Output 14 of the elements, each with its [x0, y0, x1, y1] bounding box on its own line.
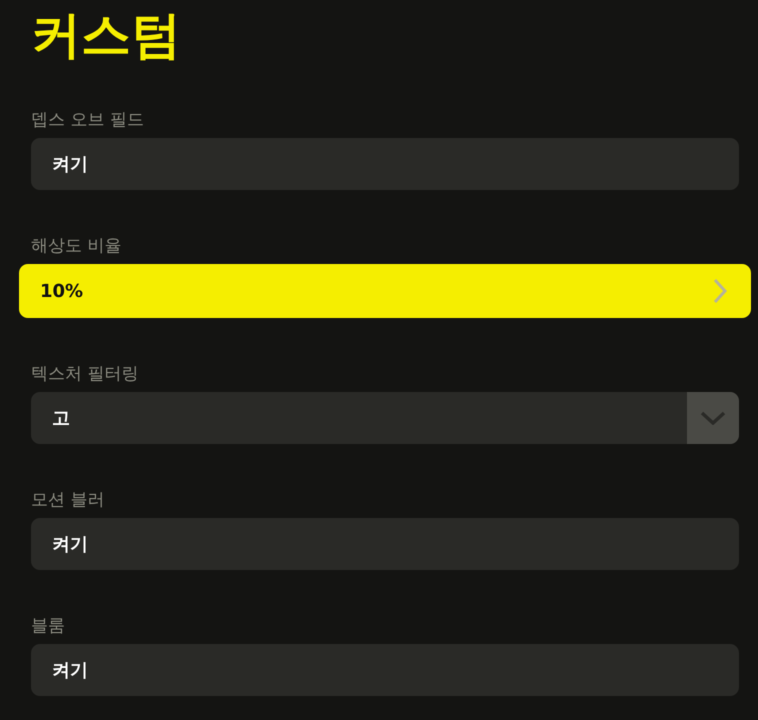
dropdown-toggle[interactable] — [687, 392, 739, 444]
setting-label: 모션 블러 — [31, 489, 106, 512]
setting-value-button[interactable]: 10% — [19, 264, 751, 318]
page-title: 커스텀 — [31, 5, 182, 66]
chevron-right-icon — [713, 278, 727, 304]
setting-value-button[interactable]: 켜기 — [31, 138, 739, 190]
setting-label: 블룸 — [31, 615, 66, 638]
setting-label: 뎁스 오브 필드 — [31, 109, 145, 132]
setting-label: 텍스처 필터링 — [31, 363, 140, 386]
chevron-down-icon — [700, 411, 726, 425]
dropdown-field[interactable]: 고 — [31, 392, 739, 444]
setting-value-button[interactable]: 켜기 — [31, 644, 739, 696]
setting-value-button[interactable]: 켜기 — [31, 518, 739, 570]
setting-label: 해상도 비율 — [31, 235, 122, 258]
